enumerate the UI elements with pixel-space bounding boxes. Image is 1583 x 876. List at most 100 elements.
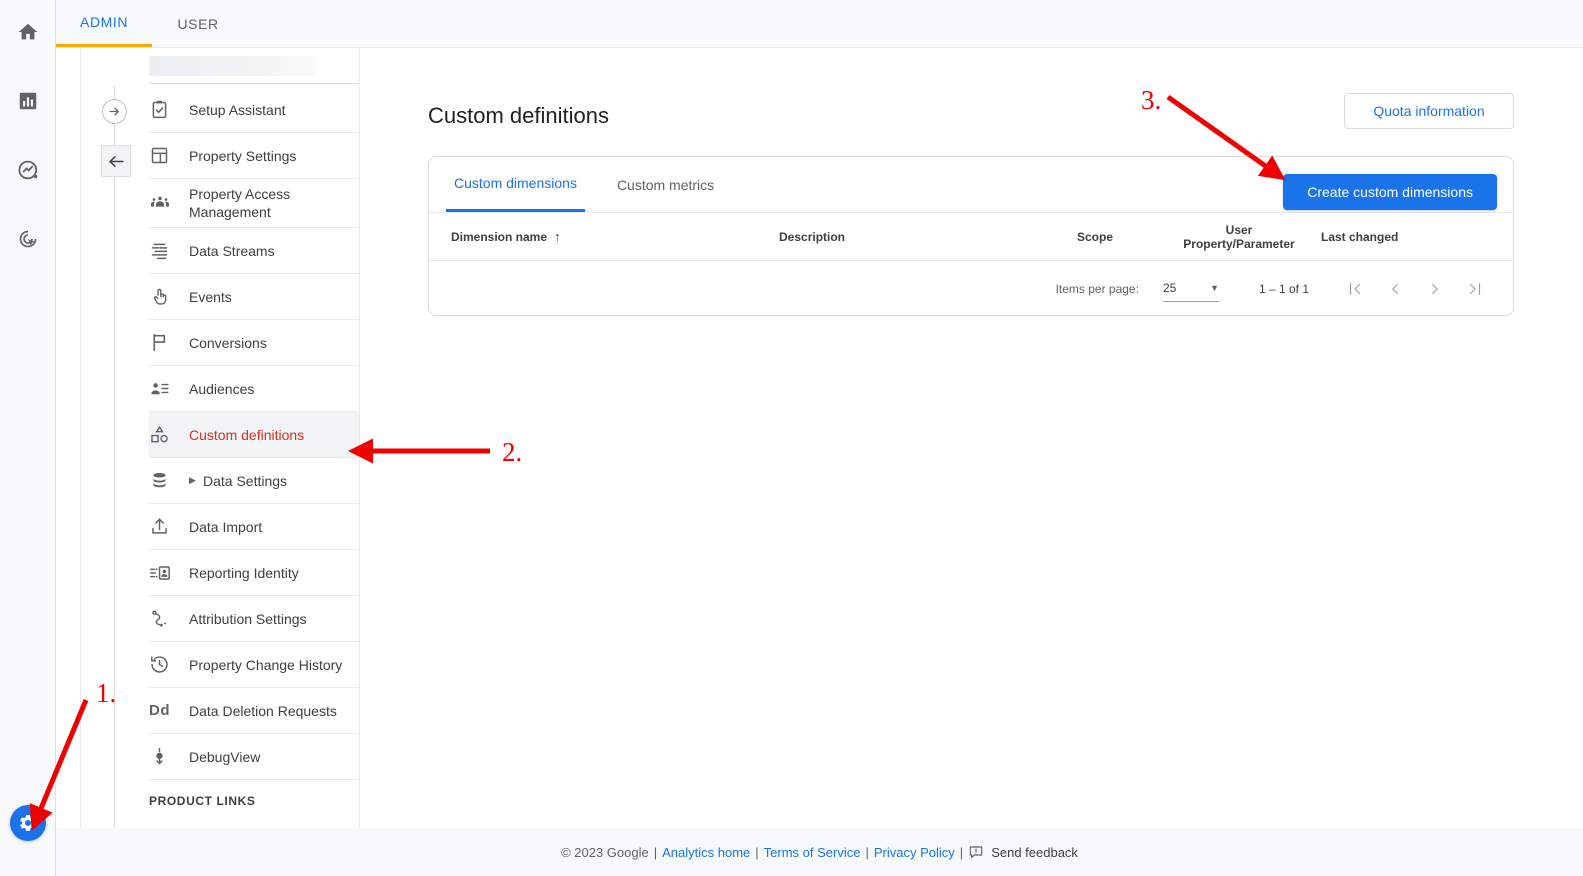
sidebar-item-label: Property Change History: [189, 656, 342, 674]
sidebar-item-reporting-identity[interactable]: Reporting Identity: [149, 550, 360, 596]
explore-icon[interactable]: [0, 146, 56, 194]
send-feedback-button[interactable]: Send feedback: [968, 844, 1078, 860]
sidebar-item-label: Data Deletion Requests: [189, 702, 337, 720]
footer-separator: |: [654, 845, 657, 860]
sidebar-item-label: Data Import: [189, 518, 262, 536]
sidebar-item-label: Setup Assistant: [189, 101, 286, 119]
home-icon[interactable]: [0, 8, 56, 56]
sidebar-item-label: Audiences: [189, 380, 254, 398]
collapse-nav-button[interactable]: [101, 145, 131, 177]
footer-link-terms-of-service[interactable]: Terms of Service: [764, 845, 861, 860]
change-history-icon: [149, 654, 189, 675]
chevron-down-icon[interactable]: ▼: [1210, 283, 1219, 293]
sidebar-item-data-settings[interactable]: ▶ Data Settings: [149, 458, 360, 504]
page-title: Custom definitions: [428, 103, 609, 129]
sort-ascending-icon[interactable]: ↑: [554, 229, 561, 244]
conversions-icon: [149, 332, 189, 353]
left-icon-rail: [0, 0, 56, 876]
sidebar-item-label: DebugView: [189, 748, 260, 766]
sidebar-item-label: Property Access Management: [189, 185, 360, 221]
column-header-user-property-parameter[interactable]: UserProperty/Parameter: [1159, 223, 1319, 251]
sidebar-item-data-deletion-requests[interactable]: Dd Data Deletion Requests: [149, 688, 360, 734]
sidebar-item-property-access-management[interactable]: Property Access Management: [149, 179, 360, 228]
debugview-icon: [149, 746, 189, 767]
property-access-icon: [149, 192, 189, 214]
setup-assistant-icon: [149, 99, 189, 120]
custom-definitions-card: Custom dimensions Custom metrics Create …: [428, 156, 1514, 316]
tab-custom-dimensions[interactable]: Custom dimensions: [446, 157, 585, 212]
data-streams-icon: [149, 240, 189, 261]
sidebar-item-attribution-settings[interactable]: Attribution Settings: [149, 596, 360, 642]
column-header-last-changed[interactable]: Last changed: [1321, 230, 1481, 244]
reports-icon[interactable]: [0, 77, 56, 125]
send-feedback-label: Send feedback: [991, 845, 1078, 860]
sidebar-item-audiences[interactable]: Audiences: [149, 366, 360, 412]
feedback-icon: [968, 844, 984, 860]
sidebar-item-conversions[interactable]: Conversions: [149, 320, 360, 366]
paginator: Items per page: 25 ▼ 1 – 1 of 1: [1056, 269, 1495, 309]
data-settings-icon: [149, 470, 189, 491]
footer-separator: |: [755, 845, 758, 860]
nav-timeline-rail: [114, 86, 115, 828]
attribution-settings-icon: [149, 608, 189, 629]
admin-nav-list: Setup Assistant Property Settings Proper…: [149, 87, 360, 812]
sidebar-item-data-streams[interactable]: Data Streams: [149, 228, 360, 274]
first-page-button[interactable]: [1335, 269, 1375, 309]
items-per-page-select[interactable]: 25 ▼: [1163, 276, 1219, 302]
tab-admin[interactable]: ADMIN: [56, 0, 152, 47]
sidebar-item-label: Reporting Identity: [189, 564, 299, 582]
quota-information-button[interactable]: Quota information: [1344, 93, 1514, 129]
page-footer: © 2023 Google | Analytics home | Terms o…: [56, 828, 1583, 876]
timeline-forward-icon[interactable]: [102, 99, 127, 124]
sidebar-item-label: Conversions: [189, 334, 267, 352]
nav-section-product-links: PRODUCT LINKS: [149, 780, 360, 812]
column-header-dimension-name[interactable]: Dimension name ↑: [451, 229, 751, 244]
admin-user-tabbar: ADMIN USER: [56, 0, 1583, 48]
sidebar-item-custom-definitions[interactable]: Custom definitions: [149, 412, 360, 458]
nav-top-divider: [149, 83, 360, 84]
sidebar-item-label: Property Settings: [189, 147, 296, 165]
tab-custom-metrics[interactable]: Custom metrics: [609, 157, 722, 212]
sidebar-item-label: Attribution Settings: [189, 610, 307, 628]
sidebar-item-property-change-history[interactable]: Property Change History: [149, 642, 360, 688]
sidebar-item-label: Events: [189, 288, 232, 306]
custom-definitions-icon: [149, 424, 189, 445]
sidebar-item-label: Custom definitions: [189, 426, 304, 444]
tab-user[interactable]: USER: [152, 0, 244, 47]
sidebar-item-property-settings[interactable]: Property Settings: [149, 133, 360, 179]
sidebar-item-setup-assistant[interactable]: Setup Assistant: [149, 87, 360, 133]
column-header-description[interactable]: Description: [779, 230, 1059, 244]
sidebar-item-debugview[interactable]: DebugView: [149, 734, 360, 780]
reporting-identity-icon: [149, 562, 189, 584]
card-tabbar: Custom dimensions Custom metrics Create …: [429, 157, 1513, 213]
data-deletion-icon: Dd: [149, 702, 189, 719]
table-body-empty: Items per page: 25 ▼ 1 – 1 of 1: [429, 261, 1513, 316]
footer-copyright: © 2023 Google: [561, 845, 649, 860]
items-per-page-label: Items per page:: [1056, 282, 1139, 296]
footer-link-analytics-home[interactable]: Analytics home: [662, 845, 750, 860]
sidebar-item-label: Data Streams: [189, 242, 275, 260]
admin-settings-gear[interactable]: [10, 805, 46, 841]
audiences-icon: [149, 378, 189, 399]
property-settings-icon: [149, 145, 189, 166]
page-range-label: 1 – 1 of 1: [1259, 282, 1309, 296]
last-page-button[interactable]: [1455, 269, 1495, 309]
footer-link-privacy-policy[interactable]: Privacy Policy: [874, 845, 955, 860]
footer-separator: |: [960, 845, 963, 860]
property-name-placeholder: [149, 56, 317, 76]
items-per-page-value: 25: [1163, 281, 1176, 295]
footer-separator: |: [865, 845, 868, 860]
events-icon: [149, 286, 189, 307]
sidebar-item-events[interactable]: Events: [149, 274, 360, 320]
admin-nav-column: Setup Assistant Property Settings Proper…: [80, 48, 360, 828]
next-page-button[interactable]: [1415, 269, 1455, 309]
advertising-icon[interactable]: [0, 215, 56, 263]
sidebar-item-label: Data Settings: [203, 472, 287, 490]
create-custom-dimensions-button[interactable]: Create custom dimensions: [1283, 174, 1497, 210]
data-import-icon: [149, 516, 189, 537]
previous-page-button[interactable]: [1375, 269, 1415, 309]
chevron-right-icon[interactable]: ▶: [189, 475, 203, 486]
sidebar-item-data-import[interactable]: Data Import: [149, 504, 360, 550]
main-content: Custom definitions Quota information Cus…: [360, 48, 1583, 828]
table-header-row: Dimension name ↑ Description Scope UserP…: [429, 213, 1513, 261]
